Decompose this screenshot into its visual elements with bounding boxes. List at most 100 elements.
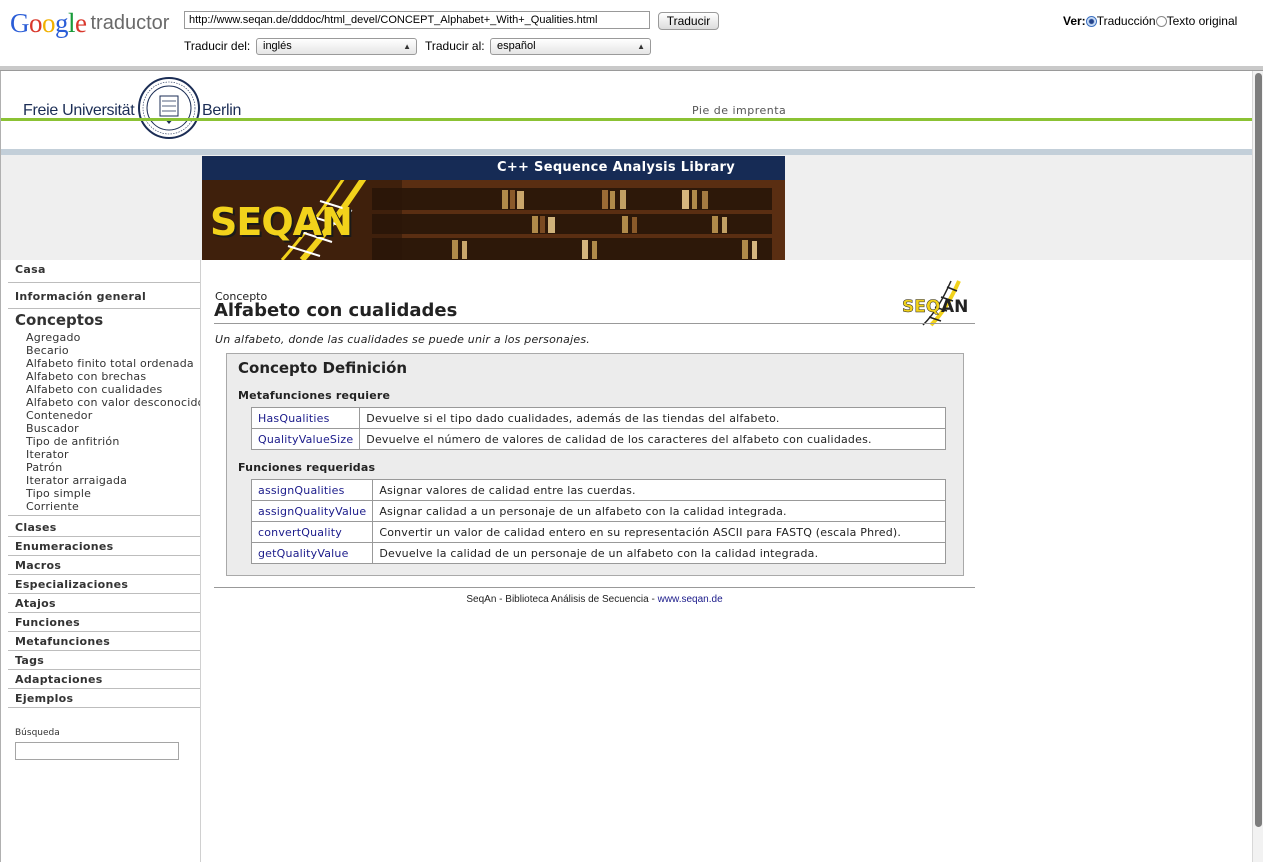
view-mode: Ver: Traducción Texto original — [1063, 14, 1237, 28]
select-arrows-icon: ▲ — [403, 42, 411, 51]
function-link[interactable]: getQualityValue — [250, 542, 374, 564]
nav-metafunctions[interactable]: Metafunciones — [15, 635, 110, 648]
view-label: Ver: — [1063, 14, 1086, 28]
translated-page-frame: Freie Universität Berlin Pie de imprenta — [0, 71, 1253, 862]
metafunction-desc: Devuelve si el tipo dado cualidades, ade… — [359, 407, 946, 429]
radio-original[interactable] — [1155, 16, 1167, 27]
nav-divider — [8, 707, 200, 708]
nav-concepts[interactable]: Conceptos — [15, 311, 103, 329]
concept-item[interactable]: Alfabeto con brechas — [26, 370, 146, 383]
svg-text:AN: AN — [941, 297, 968, 317]
nav-overview[interactable]: Información general — [15, 290, 146, 303]
nav-functions[interactable]: Funciones — [15, 616, 80, 629]
concept-item[interactable]: Tipo simple — [26, 487, 91, 500]
functions-heading: Funciones requeridas — [238, 461, 376, 474]
seqan-logo[interactable]: SEQAN — [210, 200, 353, 244]
view-original-label[interactable]: Texto original — [1167, 14, 1238, 28]
banner-title: C++ Sequence Analysis Library — [202, 156, 785, 180]
page-footer: SeqAn - Biblioteca Análisis de Secuencia… — [214, 594, 975, 605]
view-translation-label[interactable]: Traducción — [1097, 14, 1156, 28]
radio-translation[interactable] — [1085, 16, 1097, 27]
metafunctions-heading: Metafunciones requiere — [238, 389, 391, 402]
concept-item[interactable]: Becario — [26, 344, 69, 357]
from-language-value: inglés — [263, 40, 292, 52]
concept-item-active[interactable]: Alfabeto con cualidades — [26, 383, 162, 396]
search-input[interactable] — [15, 742, 179, 760]
google-logo: Google — [10, 8, 87, 38]
nav-divider — [8, 574, 200, 575]
table-row: assignQualities Asignar valores de calid… — [250, 479, 946, 501]
table-row: assignQualityValue Asignar calidad a un … — [250, 500, 946, 522]
function-link[interactable]: convertQuality — [250, 521, 374, 543]
table-row: HasQualities Devuelve si el tipo dado cu… — [250, 407, 946, 429]
fu-seal-logo[interactable] — [138, 77, 200, 139]
nav-home[interactable]: Casa — [15, 263, 46, 276]
nav-divider — [8, 308, 200, 309]
from-language-label: Traducir del: — [184, 39, 251, 53]
url-input[interactable]: http://www.seqan.de/dddoc/html_devel/CON… — [184, 11, 650, 29]
footer-text: SeqAn - Biblioteca Análisis de Secuencia… — [466, 594, 658, 605]
concept-item[interactable]: Patrón — [26, 461, 62, 474]
function-desc: Devuelve la calidad de un personaje de u… — [372, 542, 946, 564]
footer-link[interactable]: www.seqan.de — [658, 594, 723, 605]
table-row: QualityValueSize Devuelve el número de v… — [250, 428, 946, 450]
concept-definition-box: Concepto Definición Metafunciones requie… — [226, 353, 964, 576]
seqan-banner: C++ Sequence Analysis Library SEQAN — [202, 156, 785, 260]
concept-item[interactable]: Alfabeto con valor desconocido — [26, 396, 200, 409]
nav-shortcuts[interactable]: Atajos — [15, 597, 56, 610]
nav-divider — [8, 282, 200, 283]
table-row: convertQuality Convertir un valor de cal… — [250, 521, 946, 543]
nav-adaptions[interactable]: Adaptaciones — [15, 673, 103, 686]
to-language-label: Traducir al: — [425, 39, 485, 53]
nav-tags[interactable]: Tags — [15, 654, 44, 667]
header-green-rule — [1, 118, 1253, 121]
imprint-link[interactable]: Pie de imprenta — [692, 104, 786, 117]
translate-button[interactable]: Traducir — [658, 12, 719, 30]
concept-item[interactable]: Corriente — [26, 500, 79, 513]
page-title: Alfabeto con cualidades — [214, 300, 458, 321]
concept-item[interactable]: Tipo de anfitrión — [26, 435, 120, 448]
translate-toolbar: Google traductor http://www.seqan.de/dddo… — [0, 0, 1263, 67]
nav-divider — [8, 631, 200, 632]
nav-divider — [8, 555, 200, 556]
function-desc: Asignar calidad a un personaje de un alf… — [372, 500, 946, 522]
function-desc: Asignar valores de calidad entre las cue… — [372, 479, 946, 501]
function-desc: Convertir un valor de calidad entero en … — [372, 521, 946, 543]
concept-item[interactable]: Iterator arraigada — [26, 474, 127, 487]
to-language-select[interactable]: español ▲ — [490, 38, 651, 55]
nav-macros[interactable]: Macros — [15, 559, 61, 572]
metafunction-link[interactable]: HasQualities — [250, 407, 361, 429]
nav-divider — [8, 669, 200, 670]
concept-item[interactable]: Agregado — [26, 331, 81, 344]
scrollbar-thumb[interactable] — [1255, 73, 1262, 827]
vertical-scrollbar[interactable] — [1252, 71, 1263, 862]
table-row: getQualityValue Devuelve la calidad de u… — [250, 542, 946, 564]
metafunctions-table: HasQualities Devuelve si el tipo dado cu… — [250, 407, 946, 450]
from-language-select[interactable]: inglés ▲ — [256, 38, 417, 55]
to-language-value: español — [497, 40, 536, 52]
nav-divider — [8, 650, 200, 651]
footer-divider — [214, 587, 975, 588]
functions-table: assignQualities Asignar valores de calid… — [250, 479, 946, 564]
nav-divider — [8, 536, 200, 537]
metafunction-link[interactable]: QualityValueSize — [250, 428, 361, 450]
title-divider — [214, 323, 975, 324]
sidebar: Casa Información general Conceptos Agreg… — [1, 260, 201, 862]
nav-examples[interactable]: Ejemplos — [15, 692, 73, 705]
definition-title: Concepto Definición — [238, 359, 408, 377]
metafunction-desc: Devuelve el número de valores de calidad… — [359, 428, 946, 450]
function-link[interactable]: assignQualityValue — [250, 500, 374, 522]
concept-item[interactable]: Alfabeto finito total ordenada — [26, 357, 194, 370]
search-label: Búsqueda — [15, 728, 60, 738]
google-translate-logo[interactable]: Google traductor — [10, 8, 169, 39]
select-arrows-icon: ▲ — [637, 42, 645, 51]
concept-item[interactable]: Contenedor — [26, 409, 92, 422]
nav-specializations[interactable]: Especializaciones — [15, 578, 128, 591]
concept-item[interactable]: Iterator — [26, 448, 69, 461]
nav-classes[interactable]: Clases — [15, 521, 57, 534]
nav-enums[interactable]: Enumeraciones — [15, 540, 114, 553]
function-link[interactable]: assignQualities — [250, 479, 374, 501]
concept-item[interactable]: Buscador — [26, 422, 79, 435]
seqan-small-logo[interactable]: SEQ AN — [901, 279, 975, 327]
svg-text:SEQ: SEQ — [902, 297, 940, 317]
